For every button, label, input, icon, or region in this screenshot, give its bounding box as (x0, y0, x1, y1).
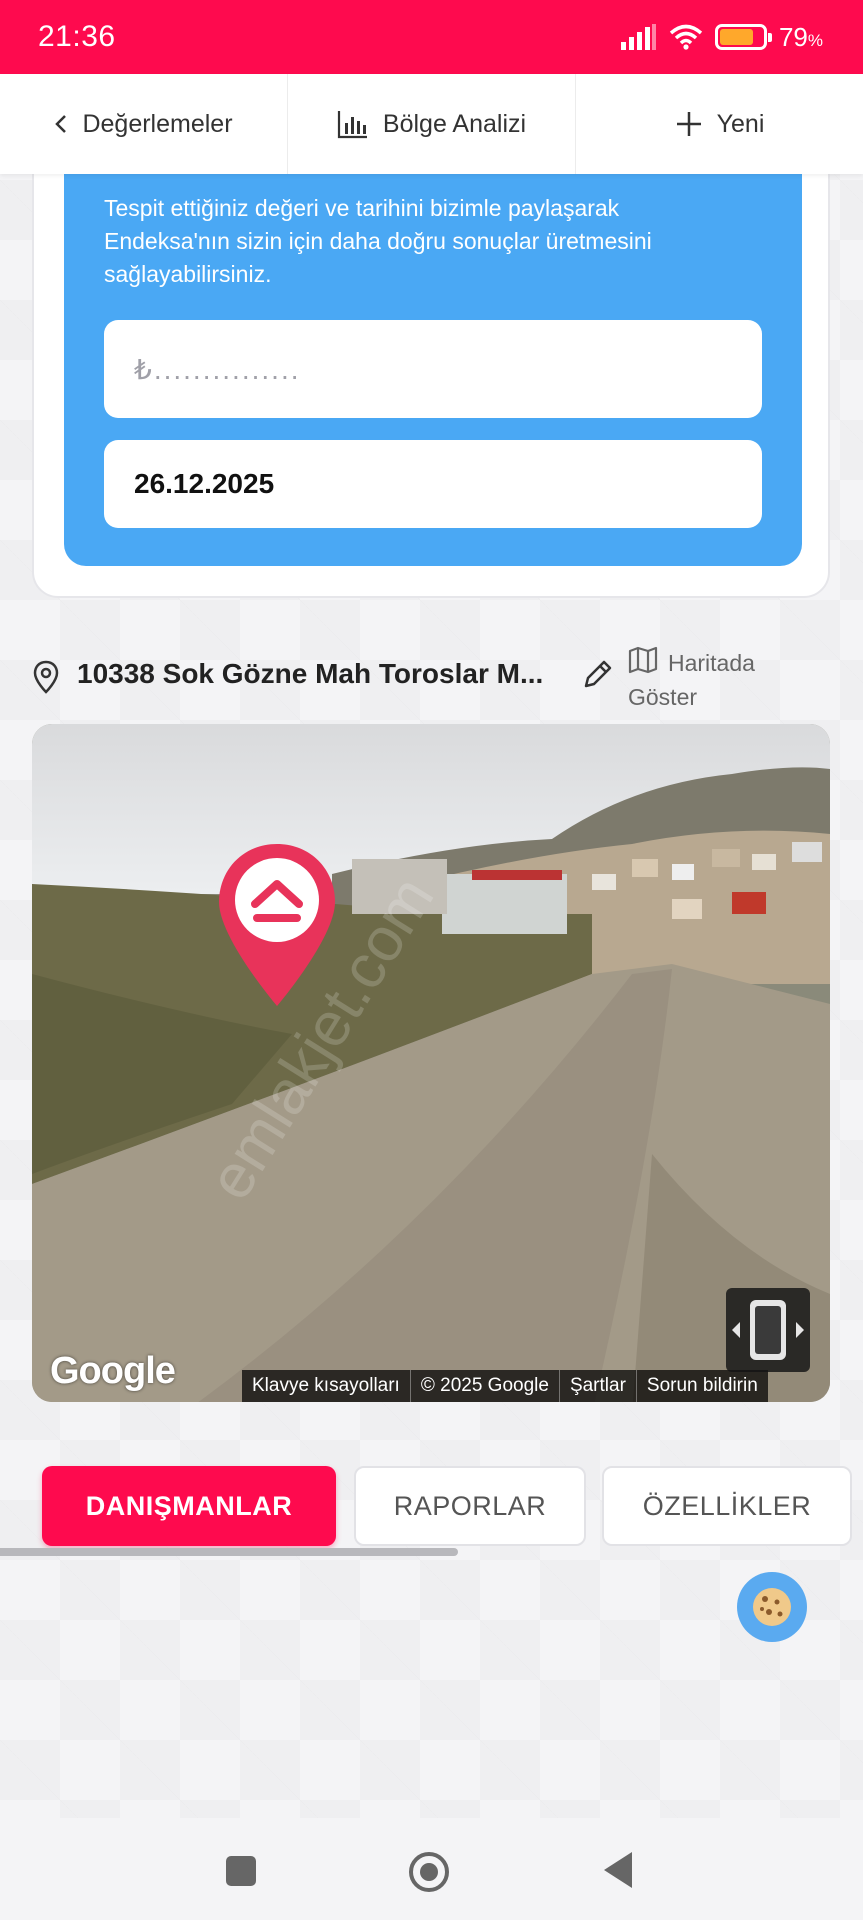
address-text: 10338 Sok Gözne Mah Toroslar M... (77, 658, 544, 689)
status-icons: 79% (620, 22, 823, 53)
region-analysis-button[interactable]: Bölge Analizi (288, 74, 576, 174)
report-problem-link[interactable]: Sorun bildirin (635, 1370, 768, 1402)
status-time: 21:36 (38, 20, 116, 53)
price-input-placeholder: ₺............... (134, 353, 301, 385)
new-valuation-label: Yeni (716, 109, 765, 138)
new-valuation-button[interactable]: Yeni (576, 74, 863, 174)
terms-link[interactable]: Şartlar (558, 1370, 636, 1402)
tab-features[interactable]: ÖZELLİKLER (602, 1466, 852, 1546)
show-on-map-line1: Haritada (668, 650, 755, 676)
address-row: 10338 Sok Gözne Mah Toroslar M... Harita… (32, 640, 832, 720)
user-value-panel: Tespit ettiğiniz değeri ve tarihini bizi… (64, 152, 802, 566)
cookie-icon (753, 1588, 791, 1626)
keyboard-shortcuts-link[interactable]: Klavye kısayolları (242, 1370, 410, 1402)
detail-tabs: DANIŞMANLAR RAPORLAR ÖZELLİKLER (42, 1466, 852, 1546)
recent-apps-button[interactable] (226, 1856, 256, 1886)
rotate-device-icon (732, 1300, 804, 1360)
date-input[interactable]: 26.12.2025 (104, 440, 762, 528)
show-on-map-label: Haritada Göster (628, 646, 755, 710)
location-pin-icon (33, 660, 59, 694)
date-input-value: 26.12.2025 (134, 468, 275, 499)
plus-icon (676, 112, 701, 136)
back-button[interactable] (604, 1852, 632, 1888)
cookie-settings-button[interactable] (737, 1572, 807, 1642)
edit-pencil-icon[interactable] (580, 658, 614, 692)
watermark-text: emlakjet.com (195, 865, 447, 1211)
signal-icon (620, 24, 656, 50)
google-logo: Google (50, 1350, 176, 1392)
home-button[interactable] (409, 1852, 449, 1892)
battery-percent-unit: % (807, 30, 823, 50)
tab-reports[interactable]: RAPORLAR (354, 1466, 586, 1546)
price-input[interactable]: ₺............... (104, 320, 762, 418)
back-to-valuations-button[interactable]: Değerlemeler (0, 74, 288, 174)
street-view-footer: Klavye kısayolları © 2025 Google Şartlar… (242, 1370, 768, 1402)
emlakjet-watermark: emlakjet.com (195, 865, 447, 1211)
battery-fill (719, 29, 754, 45)
tab-consultants[interactable]: DANIŞMANLAR (42, 1466, 336, 1546)
battery-icon (714, 24, 772, 50)
bar-chart-icon (337, 111, 367, 139)
map-icon (628, 646, 658, 674)
user-value-description: Tespit ettiğiniz değeri ve tarihini bizi… (104, 195, 652, 287)
battery-percent: 79% (779, 22, 823, 53)
chevron-left-icon (55, 115, 67, 133)
copyright-text: © 2025 Google (409, 1370, 559, 1402)
tabs-scroll-indicator (0, 1548, 458, 1556)
back-button-label: Değerlemeler (82, 109, 233, 138)
show-on-map-line2: Göster (628, 684, 698, 710)
top-nav: Değerlemeler Bölge Analizi Yeni (0, 74, 863, 174)
android-nav-bar (0, 1818, 863, 1920)
valuation-card: Tespit ettiğiniz değeri ve tarihini bizi… (32, 150, 830, 598)
status-bar: 21:36 79% (0, 0, 863, 74)
wifi-icon (669, 24, 703, 50)
street-view-panel[interactable]: emlakjet.com Google Klavye kısayolları ©… (32, 724, 830, 1402)
region-analysis-label: Bölge Analizi (382, 109, 527, 138)
battery-percent-value: 79 (778, 21, 808, 52)
street-view-rotate-button[interactable] (726, 1288, 810, 1372)
